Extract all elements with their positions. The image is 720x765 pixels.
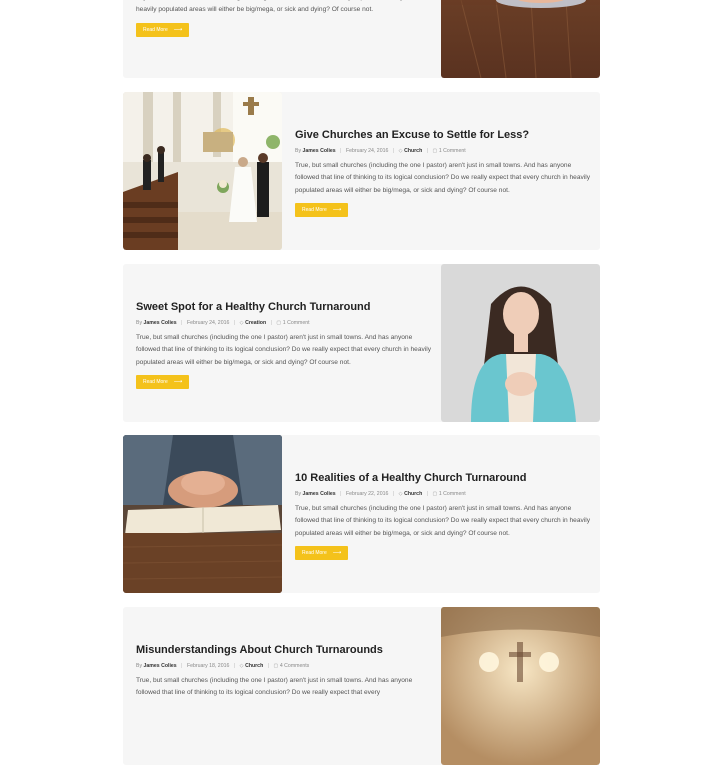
post-category[interactable]: Creation <box>245 320 266 326</box>
hands-on-bible-image <box>123 435 282 593</box>
post-category[interactable]: Church <box>404 491 422 497</box>
divider: | <box>426 491 429 497</box>
read-more-label: Read More <box>302 207 327 214</box>
post-content: Give Churches an Excuse to Settle for Le… <box>295 128 595 218</box>
post-comments[interactable]: 1 Comment <box>439 148 466 154</box>
arrow-right-icon: ⟶ <box>173 379 183 386</box>
read-more-button[interactable]: Read More ⟶ <box>136 375 190 390</box>
author-prefix: By <box>295 148 302 154</box>
divider: | <box>233 320 236 326</box>
post-date: February 22, 2016 <box>345 491 389 497</box>
author-prefix: By <box>136 663 143 669</box>
post-comments[interactable]: 4 Comments <box>280 663 309 669</box>
author-prefix: By <box>136 320 143 326</box>
post-meta: By James Colies | February 24, 2016 | ◇ … <box>136 319 436 327</box>
divider: | <box>426 148 429 154</box>
post-date: February 18, 2016 <box>186 663 230 669</box>
post-author[interactable]: James Colies <box>144 663 177 669</box>
post-category[interactable]: Church <box>404 148 422 154</box>
post-author[interactable]: James Colies <box>144 320 177 326</box>
post-card: 10 Realities of a Healthy Church Turnaro… <box>123 435 600 593</box>
post-excerpt: True, but small churches (including the … <box>295 505 591 537</box>
author-prefix: By <box>295 491 302 497</box>
post-title[interactable]: Sweet Spot for a Healthy Church Turnarou… <box>136 300 436 314</box>
post-title[interactable]: Misunderstandings About Church Turnaroun… <box>136 643 436 657</box>
post-image[interactable] <box>441 607 600 765</box>
post-card: anyone followed that line of thinking to… <box>123 0 600 78</box>
post-comments[interactable]: 1 Comment <box>283 320 310 326</box>
divider: | <box>340 491 342 497</box>
arrow-right-icon: ⟶ <box>332 550 342 557</box>
praying-woman-image <box>441 264 600 422</box>
church-interior-blur-image <box>441 607 600 765</box>
post-date: February 24, 2016 <box>345 148 389 154</box>
post-meta: By James Colies | February 24, 2016 | ◇ … <box>295 147 595 155</box>
hands-on-wooden-table-image <box>441 0 600 78</box>
post-content: Sweet Spot for a Healthy Church Turnarou… <box>136 300 436 390</box>
post-author[interactable]: James Colies <box>303 148 336 154</box>
comment-icon: ▢ <box>273 663 279 669</box>
read-more-button[interactable]: Read More ⟶ <box>295 546 349 561</box>
divider: | <box>233 663 236 669</box>
comment-icon: ▢ <box>432 148 438 154</box>
post-title[interactable]: Give Churches an Excuse to Settle for Le… <box>295 128 595 142</box>
divider: | <box>392 491 395 497</box>
post-category[interactable]: Church <box>245 663 263 669</box>
read-more-button[interactable]: Read More ⟶ <box>136 22 190 37</box>
post-card: Sweet Spot for a Healthy Church Turnarou… <box>123 264 600 422</box>
arrow-right-icon: ⟶ <box>173 26 183 33</box>
divider: | <box>267 663 270 669</box>
divider: | <box>181 320 183 326</box>
post-author[interactable]: James Colies <box>303 491 336 497</box>
post-content: Misunderstandings About Church Turnaroun… <box>136 643 436 700</box>
post-excerpt: True, but small churches (including the … <box>295 162 591 194</box>
post-meta: By James Colies | February 22, 2016 | ◇ … <box>295 490 595 498</box>
read-more-button[interactable]: Read More ⟶ <box>295 203 349 218</box>
read-more-label: Read More <box>143 26 168 33</box>
post-content: anyone followed that line of thinking to… <box>136 0 436 37</box>
arrow-right-icon: ⟶ <box>332 207 342 214</box>
post-excerpt: True, but small churches (including the … <box>136 677 413 697</box>
post-image[interactable] <box>123 92 282 250</box>
post-card: Give Churches an Excuse to Settle for Le… <box>123 92 600 250</box>
tag-icon: ◇ <box>398 491 403 497</box>
post-card: Misunderstandings About Church Turnaroun… <box>123 607 600 765</box>
post-excerpt: True, but small churches (including the … <box>136 334 432 366</box>
post-image[interactable] <box>441 264 600 422</box>
post-excerpt: anyone followed that line of thinking to… <box>136 0 432 14</box>
tag-icon: ◇ <box>398 148 403 154</box>
comment-icon: ▢ <box>432 491 438 497</box>
post-date: February 24, 2016 <box>186 320 230 326</box>
church-wedding-image <box>123 92 282 250</box>
tag-icon: ◇ <box>239 663 244 669</box>
divider: | <box>340 148 342 154</box>
comment-icon: ▢ <box>276 320 282 326</box>
read-more-label: Read More <box>302 550 327 557</box>
post-image[interactable] <box>123 435 282 593</box>
divider: | <box>270 320 272 326</box>
post-meta: By James Colies | February 18, 2016 | ◇ … <box>136 662 436 670</box>
post-image[interactable] <box>441 0 600 78</box>
post-title[interactable]: 10 Realities of a Healthy Church Turnaro… <box>295 471 595 485</box>
tag-icon: ◇ <box>239 320 244 326</box>
post-content: 10 Realities of a Healthy Church Turnaro… <box>295 471 595 561</box>
post-comments[interactable]: 1 Comment <box>439 491 466 497</box>
divider: | <box>392 148 395 154</box>
read-more-label: Read More <box>143 379 168 386</box>
divider: | <box>181 663 183 669</box>
